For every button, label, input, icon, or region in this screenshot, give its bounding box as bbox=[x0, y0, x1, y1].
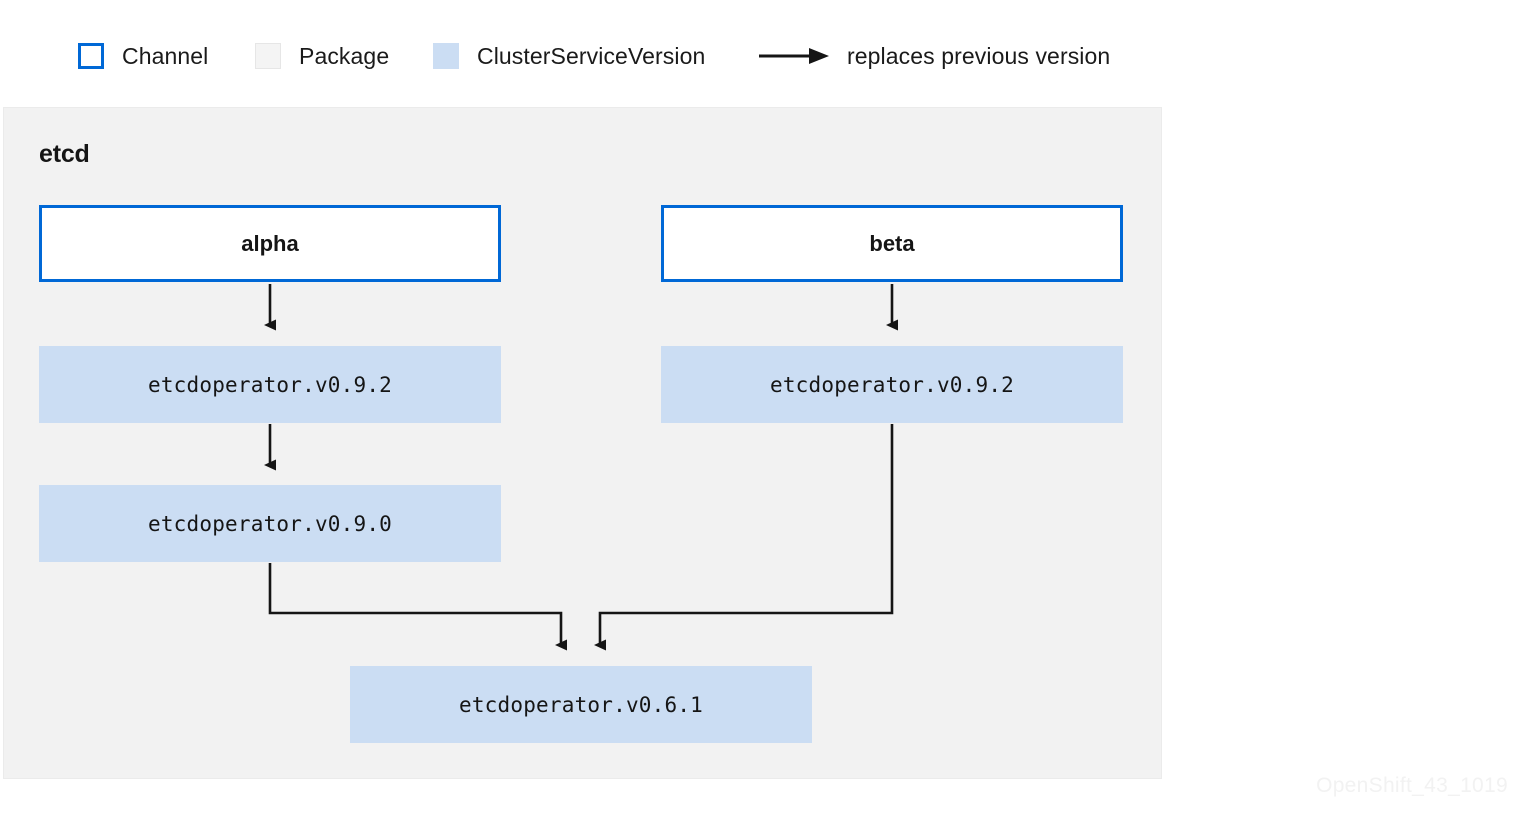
csv-node-alpha-v0-9-0-label: etcdoperator.v0.9.0 bbox=[147, 511, 393, 536]
legend-item-clusterserviceversion: ClusterServiceVersion bbox=[433, 36, 705, 76]
csv-node-alpha-v0-9-0[interactable]: etcdoperator.v0.9.0 bbox=[39, 485, 501, 562]
legend-item-replaces: replaces previous version bbox=[757, 36, 1110, 76]
legend-item-channel: Channel bbox=[78, 36, 208, 76]
legend-label-clusterserviceversion: ClusterServiceVersion bbox=[477, 42, 706, 69]
legend-label-channel: Channel bbox=[122, 42, 209, 69]
channel-node-beta-label: beta bbox=[869, 230, 915, 256]
arrow-icon bbox=[759, 48, 829, 64]
legend: Channel Package ClusterServiceVersion re… bbox=[0, 28, 1520, 84]
csv-node-beta-v0-9-2[interactable]: etcdoperator.v0.9.2 bbox=[661, 346, 1123, 423]
csv-node-shared-v0-6-1-label: etcdoperator.v0.6.1 bbox=[458, 692, 704, 717]
legend-label-replaces: replaces previous version bbox=[847, 42, 1111, 69]
channel-swatch-icon bbox=[78, 43, 104, 69]
legend-label-package: Package bbox=[299, 42, 390, 69]
package-swatch-icon bbox=[255, 43, 281, 69]
package-title: etcd bbox=[39, 140, 90, 168]
csv-node-alpha-v0-9-2[interactable]: etcdoperator.v0.9.2 bbox=[39, 346, 501, 423]
legend-item-package: Package bbox=[255, 36, 389, 76]
csv-node-alpha-v0-9-2-label: etcdoperator.v0.9.2 bbox=[147, 372, 393, 397]
channel-node-alpha[interactable]: alpha bbox=[39, 205, 501, 282]
watermark: OpenShift_43_1019 bbox=[1316, 774, 1508, 797]
csv-node-shared-v0-6-1[interactable]: etcdoperator.v0.6.1 bbox=[350, 666, 812, 743]
csv-swatch-icon bbox=[433, 43, 459, 69]
csv-node-beta-v0-9-2-label: etcdoperator.v0.9.2 bbox=[769, 372, 1015, 397]
channel-node-alpha-label: alpha bbox=[241, 230, 299, 256]
diagram-canvas: Channel Package ClusterServiceVersion re… bbox=[0, 0, 1520, 816]
channel-node-beta[interactable]: beta bbox=[661, 205, 1123, 282]
